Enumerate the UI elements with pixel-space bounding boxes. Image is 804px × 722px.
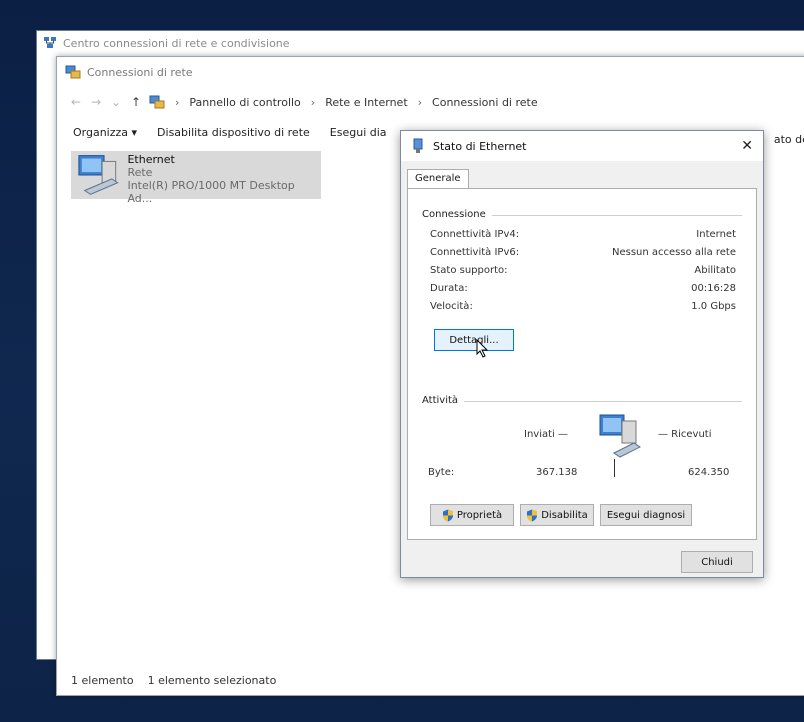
selected-count: 1 elemento selezionato	[147, 673, 277, 687]
properties-label: Proprietà	[456, 509, 503, 521]
media-state-row: Stato supporto: Abilitato	[430, 265, 736, 276]
uac-shield-icon	[442, 509, 453, 521]
dialog-title-bar: Stato di Ethernet ✕	[401, 131, 763, 161]
speed-value: 1.0 Gbps	[691, 301, 736, 312]
connection-adapter: Intel(R) PRO/1000 MT Desktop Ad...	[127, 179, 295, 205]
back-arrow-icon[interactable]: ←	[69, 95, 83, 109]
media-state-value: Abilitato	[694, 265, 736, 276]
media-state-label: Stato supporto:	[430, 265, 508, 276]
speed-label: Velocità:	[430, 301, 473, 312]
breadcrumb-separator: ›	[310, 95, 316, 109]
close-button[interactable]: Chiudi	[681, 551, 753, 573]
activity-divider	[614, 459, 615, 477]
properties-button[interactable]: Proprietà	[430, 504, 514, 526]
sent-label: Inviati —	[524, 429, 568, 440]
duration-row: Durata: 00:16:28	[430, 283, 736, 294]
bytes-received-value: 624.350	[688, 467, 730, 478]
recent-dropdown-icon[interactable]: ⌄	[109, 95, 123, 109]
ipv6-label: Connettività IPv6:	[430, 247, 520, 258]
list-item-ethernet[interactable]: Ethernet Rete Intel(R) PRO/1000 MT Deskt…	[71, 151, 321, 205]
ipv4-label: Connettività IPv4:	[430, 229, 520, 240]
general-panel: Connessione Connettività IPv4: Internet …	[407, 188, 757, 540]
breadcrumb-control-panel[interactable]: Pannello di controllo	[189, 96, 300, 109]
status-bar: 1 elemento 1 elemento selezionato	[57, 665, 804, 695]
activity-group-line	[422, 401, 742, 402]
mouse-cursor-icon	[476, 339, 489, 358]
network-activity-icon	[599, 414, 641, 458]
bytes-sent-value: 367.138	[536, 467, 578, 478]
disable-label: Disabilita	[541, 509, 588, 521]
uac-shield-icon	[527, 509, 538, 521]
breadcrumb-separator: ›	[417, 95, 423, 109]
disable-device-button[interactable]: Disabilita dispositivo di rete	[157, 126, 310, 139]
window-title-bar: Centro connessioni di rete e condivision…	[37, 31, 804, 55]
connection-status: Rete	[127, 166, 153, 179]
ipv4-value: Internet	[696, 229, 736, 240]
connection-name: Ethernet	[127, 153, 175, 166]
network-connections-icon	[65, 65, 81, 79]
item-count: 1 elemento	[71, 673, 134, 687]
disable-button[interactable]: Disabilita	[520, 504, 594, 526]
network-status-icon	[413, 138, 423, 153]
dialog-title: Stato di Ethernet	[433, 139, 527, 153]
received-label: — Ricevuti	[658, 429, 712, 440]
window-title: Centro connessioni di rete e condivision…	[63, 36, 290, 50]
address-bar[interactable]: ← → ⌄ ↑ › Pannello di controllo › Rete e…	[57, 87, 804, 117]
ethernet-adapter-icon	[78, 155, 119, 195]
ipv4-row: Connettività IPv4: Internet	[430, 229, 736, 240]
diagnose-dialog-button[interactable]: Esegui diagnosi	[600, 504, 692, 526]
duration-value: 00:16:28	[691, 283, 736, 294]
control-panel-icon	[149, 95, 165, 109]
ethernet-status-dialog[interactable]: Stato di Ethernet ✕ Generale Connessione…	[400, 130, 764, 578]
window-title: Connessioni di rete	[87, 65, 193, 79]
duration-label: Durata:	[430, 283, 468, 294]
speed-row: Velocità: 1.0 Gbps	[430, 301, 736, 312]
breadcrumb-network-connections[interactable]: Connessioni di rete	[432, 96, 538, 109]
breadcrumb-separator: ›	[175, 95, 180, 109]
breadcrumb-network-internet[interactable]: Rete e Internet	[325, 96, 407, 109]
forward-arrow-icon[interactable]: →	[89, 95, 103, 109]
organize-menu[interactable]: Organizza ▾	[73, 126, 137, 139]
dialog-tabs: Generale	[407, 169, 469, 189]
window-title-bar: Connessioni di rete	[57, 57, 804, 87]
tab-general[interactable]: Generale	[407, 169, 469, 189]
diagnose-button[interactable]: Esegui dia	[330, 126, 387, 139]
details-button[interactable]: Dettagli...	[434, 329, 514, 351]
network-center-icon	[44, 37, 56, 48]
ipv6-row: Connettività IPv6: Nessun accesso alla r…	[430, 247, 736, 258]
ipv6-value: Nessun accesso alla rete	[611, 247, 736, 258]
close-icon[interactable]: ✕	[741, 138, 753, 154]
activity-group-label: Attività	[422, 395, 465, 406]
connection-group-label: Connessione	[422, 209, 492, 220]
bytes-label: Byte:	[428, 467, 455, 478]
view-status-button[interactable]: ato dell	[774, 133, 804, 146]
up-arrow-icon[interactable]: ↑	[129, 95, 143, 109]
